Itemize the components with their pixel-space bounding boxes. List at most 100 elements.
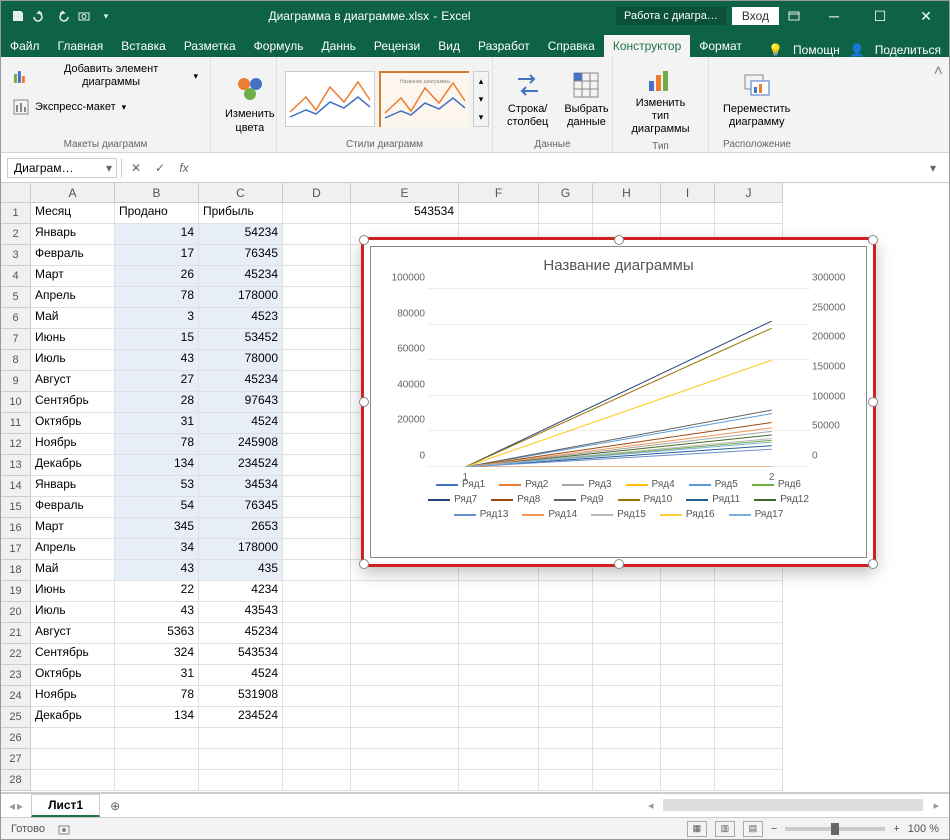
cell-C13[interactable]: 234524 <box>199 455 283 476</box>
cancel-formula-icon[interactable]: ✕ <box>126 161 146 175</box>
cell-I27[interactable] <box>661 749 715 770</box>
zoom-slider[interactable] <box>785 827 885 831</box>
cell-E22[interactable] <box>351 644 459 665</box>
cell-C5[interactable]: 178000 <box>199 287 283 308</box>
cell-J27[interactable] <box>715 749 783 770</box>
col-header-H[interactable]: H <box>593 183 661 203</box>
legend-item[interactable]: Ряд17 <box>729 509 784 520</box>
chart-plot-area[interactable]: 12 <box>427 289 810 467</box>
cell-C3[interactable]: 76345 <box>199 245 283 266</box>
cell-C20[interactable]: 43543 <box>199 602 283 623</box>
legend-item[interactable]: Ряд6 <box>752 479 801 490</box>
cell-D26[interactable] <box>283 728 351 749</box>
cell-A1[interactable]: Месяц <box>31 203 115 224</box>
legend-item[interactable]: Ряд7 <box>428 494 477 505</box>
resize-handle-e[interactable] <box>868 397 878 407</box>
cell-G19[interactable] <box>539 581 593 602</box>
row-header-27[interactable]: 27 <box>1 749 31 770</box>
collapse-ribbon-icon[interactable]: ˄ <box>928 57 949 152</box>
cell-B3[interactable]: 17 <box>115 245 199 266</box>
row-header-19[interactable]: 19 <box>1 581 31 602</box>
change-colors-button[interactable]: Изменить цвета <box>219 72 281 136</box>
cell-G28[interactable] <box>539 770 593 791</box>
cell-B24[interactable]: 78 <box>115 686 199 707</box>
cell-A19[interactable]: Июнь <box>31 581 115 602</box>
cell-I21[interactable] <box>661 623 715 644</box>
cell-C9[interactable]: 45234 <box>199 371 283 392</box>
cell-F23[interactable] <box>459 665 539 686</box>
move-chart-button[interactable]: Переместить диаграмму <box>717 67 796 131</box>
name-box[interactable]: Диаграм… <box>7 158 117 178</box>
cell-H26[interactable] <box>593 728 661 749</box>
col-header-A[interactable]: A <box>31 183 115 203</box>
tab-вид[interactable]: Вид <box>429 35 469 57</box>
legend-item[interactable]: Ряд2 <box>499 479 548 490</box>
zoom-level-label[interactable]: 100 % <box>908 823 939 835</box>
cell-B1[interactable]: Продано <box>115 203 199 224</box>
legend-item[interactable]: Ряд3 <box>562 479 611 490</box>
cell-C25[interactable]: 234524 <box>199 707 283 728</box>
cell-C18[interactable]: 435 <box>199 560 283 581</box>
redo-icon[interactable] <box>55 9 69 23</box>
cell-C15[interactable]: 76345 <box>199 497 283 518</box>
cell-A4[interactable]: Март <box>31 266 115 287</box>
zoom-in-button[interactable]: + <box>893 823 899 835</box>
cell-E25[interactable] <box>351 707 459 728</box>
cell-B27[interactable] <box>115 749 199 770</box>
cell-D13[interactable] <box>283 455 351 476</box>
cell-B25[interactable]: 134 <box>115 707 199 728</box>
resize-handle-sw[interactable] <box>359 559 369 569</box>
cell-D10[interactable] <box>283 392 351 413</box>
cell-D3[interactable] <box>283 245 351 266</box>
row-header-18[interactable]: 18 <box>1 560 31 581</box>
cell-I24[interactable] <box>661 686 715 707</box>
cell-D14[interactable] <box>283 476 351 497</box>
legend-item[interactable]: Ряд12 <box>754 494 809 505</box>
cell-A2[interactable]: Январь <box>31 224 115 245</box>
cell-D23[interactable] <box>283 665 351 686</box>
row-header-28[interactable]: 28 <box>1 770 31 791</box>
row-header-1[interactable]: 1 <box>1 203 31 224</box>
cell-H1[interactable] <box>593 203 661 224</box>
col-header-I[interactable]: I <box>661 183 715 203</box>
cell-H23[interactable] <box>593 665 661 686</box>
maximize-button[interactable]: ☐ <box>857 1 903 31</box>
gallery-more-button[interactable]: ▴▾▾ <box>473 71 489 127</box>
cell-A27[interactable] <box>31 749 115 770</box>
cell-B23[interactable]: 31 <box>115 665 199 686</box>
cell-C10[interactable]: 97643 <box>199 392 283 413</box>
expand-formula-icon[interactable]: ▾ <box>923 161 943 175</box>
cell-C6[interactable]: 4523 <box>199 308 283 329</box>
save-icon[interactable] <box>11 9 25 23</box>
cell-D5[interactable] <box>283 287 351 308</box>
legend-item[interactable]: Ряд9 <box>554 494 603 505</box>
cell-E26[interactable] <box>351 728 459 749</box>
cell-H24[interactable] <box>593 686 661 707</box>
cell-I28[interactable] <box>661 770 715 791</box>
cell-D2[interactable] <box>283 224 351 245</box>
cell-B18[interactable]: 43 <box>115 560 199 581</box>
cell-G22[interactable] <box>539 644 593 665</box>
cell-A26[interactable] <box>31 728 115 749</box>
col-header-F[interactable]: F <box>459 183 539 203</box>
row-header-6[interactable]: 6 <box>1 308 31 329</box>
row-header-22[interactable]: 22 <box>1 644 31 665</box>
cell-C2[interactable]: 54234 <box>199 224 283 245</box>
cell-A15[interactable]: Февраль <box>31 497 115 518</box>
macro-record-icon[interactable] <box>57 822 71 836</box>
cell-A17[interactable]: Апрель <box>31 539 115 560</box>
cell-J25[interactable] <box>715 707 783 728</box>
row-header-9[interactable]: 9 <box>1 371 31 392</box>
cell-C26[interactable] <box>199 728 283 749</box>
row-header-16[interactable]: 16 <box>1 518 31 539</box>
row-header-20[interactable]: 20 <box>1 602 31 623</box>
cell-E28[interactable] <box>351 770 459 791</box>
cell-D4[interactable] <box>283 266 351 287</box>
cell-D17[interactable] <box>283 539 351 560</box>
cell-A3[interactable]: Февраль <box>31 245 115 266</box>
legend-item[interactable]: Ряд11 <box>686 494 740 505</box>
cell-G1[interactable] <box>539 203 593 224</box>
cell-A8[interactable]: Июль <box>31 350 115 371</box>
cell-A5[interactable]: Апрель <box>31 287 115 308</box>
row-header-15[interactable]: 15 <box>1 497 31 518</box>
